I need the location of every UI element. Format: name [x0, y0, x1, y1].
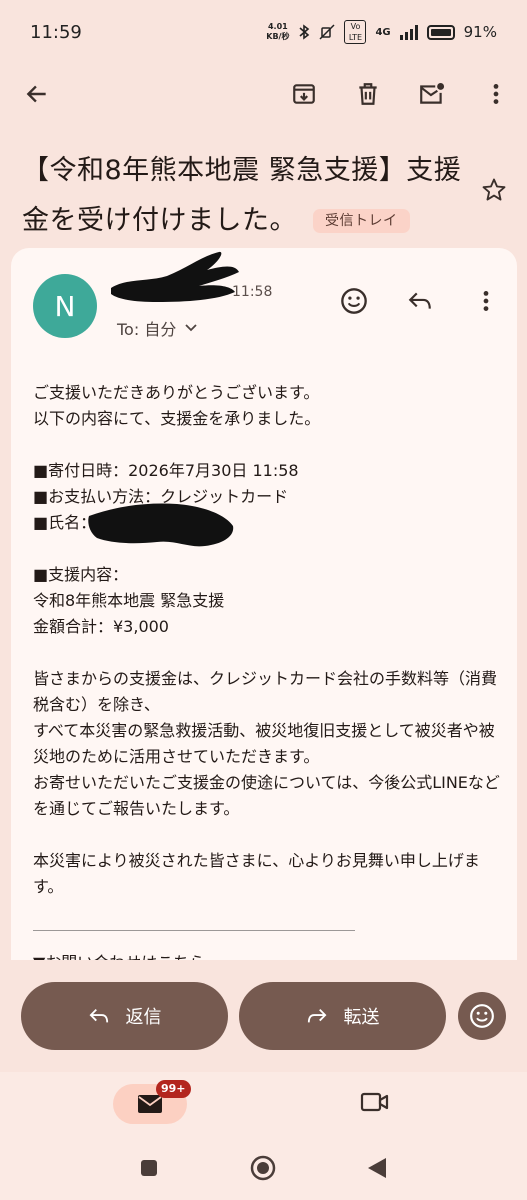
recipient-details-toggle[interactable]: To: 自分	[117, 316, 198, 340]
emoji-icon	[341, 288, 367, 314]
body-line: ■寄付日時：2026年7月30日 11:58	[33, 461, 299, 480]
reply-icon-button[interactable]	[405, 286, 435, 316]
back-nav-icon[interactable]	[366, 1156, 388, 1180]
status-time: 11:59	[30, 21, 82, 43]
inbox-label[interactable]: 受信トレイ	[313, 209, 410, 233]
body-divider: ＿＿＿＿＿＿＿＿＿＿＿＿＿＿＿＿＿＿＿＿＿＿＿	[33, 917, 355, 933]
archive-button[interactable]	[289, 79, 319, 109]
star-button[interactable]	[480, 176, 508, 208]
body-line: お寄せいただいたご支援金の使途については、今後公式LINEなどを通じてご報告いた…	[33, 773, 500, 818]
react-emoji-button[interactable]	[458, 992, 506, 1040]
add-reaction-button[interactable]	[339, 286, 369, 316]
status-icons: 4.01 KB/秒 Vo LTE 4G 91%	[266, 20, 497, 44]
delete-button[interactable]	[353, 79, 383, 109]
reply-button[interactable]: 返信	[21, 982, 228, 1050]
body-line: 金額合計：¥3,000	[33, 617, 169, 636]
nav-meet-tab[interactable]	[360, 1090, 390, 1118]
battery-level: 91%	[463, 23, 497, 41]
body-line: 本災害により被災された皆さまに、心よりお見舞い申し上げます。	[33, 851, 480, 896]
email-toolbar	[0, 70, 527, 118]
contact-link[interactable]: ▼お問い合わせはこちら	[33, 950, 503, 960]
chevron-down-icon	[185, 324, 197, 332]
body-line: ご支援いただきありがとうございます。	[33, 383, 320, 402]
body-line: すべて本災害の緊急救援活動、被災地復旧支援として被災者や被災地のために活用させて…	[33, 721, 495, 766]
email-body: ご支援いただきありがとうございます。 以下の内容にて、支援金を承りました。 ■寄…	[33, 380, 503, 960]
forward-icon	[307, 1008, 326, 1023]
system-navigation-bar	[0, 1150, 527, 1186]
network-type: 4G	[375, 26, 391, 38]
more-vert-icon	[493, 84, 499, 104]
archive-icon	[293, 84, 315, 104]
mark-unread-button[interactable]	[417, 79, 447, 109]
trash-icon	[359, 83, 377, 105]
emoji-icon	[470, 1004, 494, 1028]
recipient-label: To: 自分	[117, 320, 177, 339]
more-options-button[interactable]	[481, 79, 511, 109]
name-redaction	[88, 503, 234, 547]
forward-label: 転送	[343, 1007, 380, 1028]
recent-apps-icon[interactable]	[139, 1158, 159, 1178]
email-subject: 【令和8年熊本地震 緊急支援】支援金を受け付けました。 受信トレイ	[22, 146, 477, 246]
forward-button[interactable]: 転送	[239, 982, 446, 1050]
message-more-button[interactable]	[471, 286, 501, 316]
body-line: ■支援内容：	[33, 565, 129, 584]
email-actions	[339, 286, 501, 316]
mail-icon	[138, 1095, 162, 1113]
body-line: 以下の内容にて、支援金を承りました。	[33, 409, 321, 428]
more-vert-icon	[483, 291, 489, 311]
reply-label: 返信	[125, 1007, 162, 1028]
unread-count-badge: 99+	[156, 1080, 191, 1098]
sender-name-redaction	[111, 251, 239, 302]
network-speed: 4.01 KB/秒	[266, 22, 290, 41]
arrow-back-icon	[26, 85, 46, 103]
status-bar: 11:59 4.01 KB/秒 Vo LTE 4G 91%	[0, 0, 527, 64]
bluetooth-icon	[299, 24, 310, 40]
sender-avatar[interactable]: N	[33, 274, 97, 338]
mark-unread-icon	[420, 83, 445, 104]
reply-icon	[408, 292, 431, 309]
volte-icon: Vo LTE	[344, 20, 367, 44]
body-line: 令和8年熊本地震 緊急支援	[33, 591, 225, 610]
star-icon	[482, 178, 506, 201]
email-time: 11:58	[232, 284, 273, 300]
back-button[interactable]	[22, 79, 52, 109]
signal-icon	[399, 24, 418, 40]
reply-icon	[89, 1008, 108, 1023]
battery-icon	[426, 24, 455, 40]
email-card: N 11:58 To: 自分 ご支援いただきありがとうございます。 以下の内容に…	[11, 248, 517, 960]
video-camera-icon	[360, 1092, 389, 1112]
mute-icon	[319, 24, 335, 40]
body-line: 皆さまからの支援金は、クレジットカード会社の手数料等（消費税含む）を除き、	[33, 669, 498, 714]
home-icon[interactable]	[249, 1154, 277, 1182]
